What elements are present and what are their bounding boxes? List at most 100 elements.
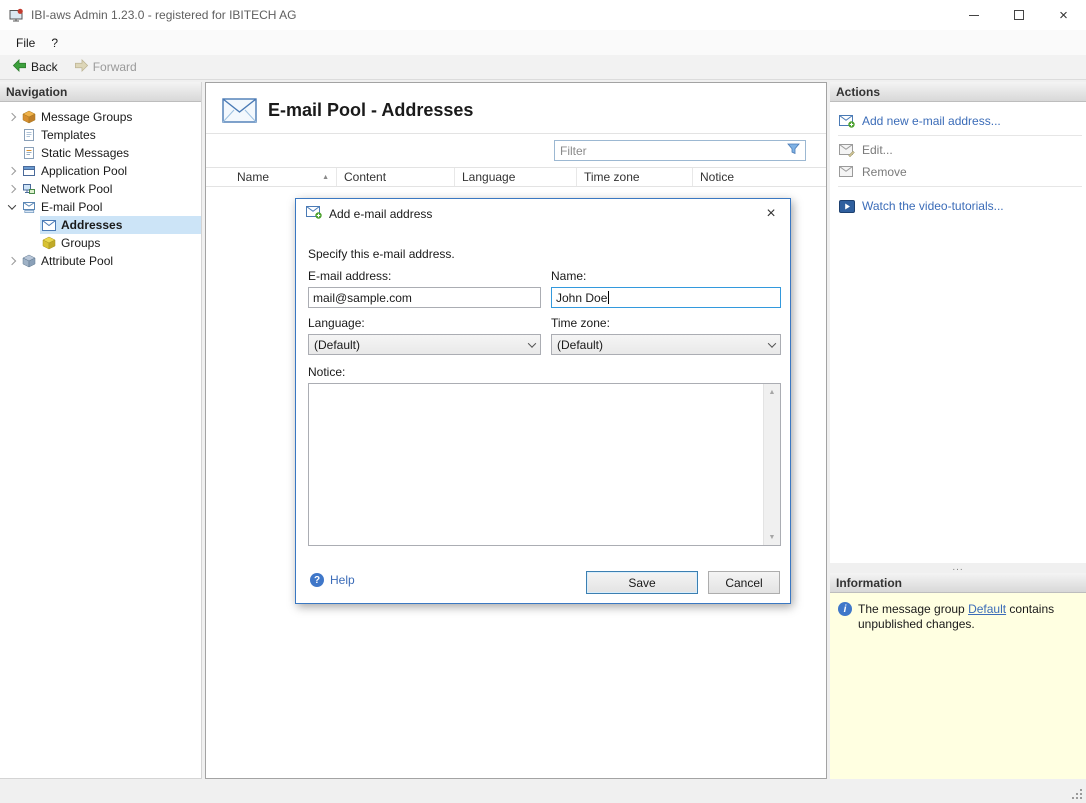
expand-icon[interactable] (4, 166, 20, 176)
sort-ascending-icon: ▲ (322, 173, 329, 181)
chevron-down-icon (767, 338, 777, 348)
collapse-icon[interactable] (4, 201, 20, 210)
navigation-header: Navigation (0, 82, 201, 102)
dialog-title-bar: Add e-mail address (296, 199, 790, 229)
action-add-new-email-address[interactable]: Add new e-mail address... (830, 110, 1086, 132)
notice-textarea[interactable]: ▲ ▼ (308, 383, 781, 546)
page-header: E-mail Pool - Addresses (206, 83, 826, 134)
scroll-down-icon[interactable]: ▼ (764, 529, 781, 545)
dialog-title: Add e-mail address (329, 207, 433, 221)
edit-email-icon (839, 143, 855, 157)
application-pool-icon (22, 164, 36, 178)
close-button[interactable]: × (1041, 0, 1086, 30)
message-groups-icon (22, 110, 36, 124)
information-message: The message group Default contains unpub… (858, 602, 1055, 631)
actions-separator (838, 186, 1082, 187)
notice-text-area[interactable] (309, 384, 763, 545)
email-address-input[interactable]: mail@sample.com (308, 287, 541, 308)
page-title: E-mail Pool - Addresses (268, 99, 474, 120)
remove-email-icon (839, 165, 855, 179)
menu-file[interactable]: File (8, 32, 43, 54)
title-bar: IBI-aws Admin 1.23.0 - registered for IB… (0, 0, 1086, 30)
filter-row: Filter (206, 134, 826, 167)
nav-item-attribute-pool[interactable]: Attribute Pool (0, 252, 201, 270)
menu-help[interactable]: ? (43, 32, 66, 54)
information-panel: The message group Default contains unpub… (830, 593, 1086, 779)
nav-item-application-pool[interactable]: Application Pool (0, 162, 201, 180)
cancel-button[interactable]: Cancel (708, 571, 780, 594)
language-select[interactable]: (Default) (308, 334, 541, 355)
help-icon (310, 573, 324, 587)
action-remove[interactable]: Remove (830, 161, 1086, 183)
dialog-close-button[interactable]: × (760, 203, 782, 225)
expand-icon[interactable] (4, 256, 20, 266)
panel-splitter[interactable]: ... (830, 563, 1086, 573)
expand-icon[interactable] (4, 112, 20, 122)
network-pool-icon (22, 182, 36, 196)
nav-item-network-pool[interactable]: Network Pool (0, 180, 201, 198)
nav-item-email-pool[interactable]: E-mail Pool (0, 198, 201, 216)
table-header: Name ▲ Content Language Time zone Notice (206, 167, 826, 187)
maximize-icon (1013, 10, 1024, 20)
notice-label: Notice: (308, 365, 346, 379)
dialog-envelope-icon (306, 206, 322, 222)
addresses-envelope-icon (42, 218, 56, 232)
nav-item-message-groups[interactable]: Message Groups (0, 108, 201, 126)
filter-input[interactable]: Filter (554, 140, 806, 161)
info-icon (838, 602, 852, 616)
status-bar (0, 785, 1086, 803)
nav-item-groups[interactable]: Groups (0, 234, 201, 252)
window-title: IBI-aws Admin 1.23.0 - registered for IB… (31, 8, 297, 22)
column-header-language[interactable]: Language (455, 168, 577, 186)
video-tutorials-icon (839, 199, 855, 213)
back-arrow-icon (12, 58, 27, 76)
nav-item-addresses[interactable]: Addresses (0, 216, 201, 234)
add-email-address-dialog: Add e-mail address × Specify this e-mail… (295, 198, 791, 604)
email-page-icon (222, 96, 258, 124)
action-edit[interactable]: Edit... (830, 139, 1086, 161)
groups-icon (42, 236, 56, 250)
expand-icon[interactable] (4, 184, 20, 194)
app-window: IBI-aws Admin 1.23.0 - registered for IB… (0, 0, 1086, 803)
column-header-content[interactable]: Content (337, 168, 455, 186)
dialog-description: Specify this e-mail address. (308, 247, 455, 261)
default-message-group-link[interactable]: Default (968, 602, 1006, 616)
timezone-label: Time zone: (551, 316, 610, 330)
back-button[interactable]: Back (6, 56, 64, 78)
help-link[interactable]: Help (310, 573, 355, 587)
nav-item-static-messages[interactable]: Static Messages (0, 144, 201, 162)
scroll-up-icon[interactable]: ▲ (764, 384, 781, 400)
help-label: Help (330, 573, 355, 587)
forward-arrow-icon (74, 58, 89, 76)
forward-label: Forward (92, 60, 137, 74)
nav-item-templates[interactable]: Templates (0, 126, 201, 144)
right-panel: Actions Add new e-mail address... Edit..… (830, 82, 1086, 779)
add-email-icon (839, 114, 855, 128)
filter-placeholder: Filter (560, 143, 587, 158)
app-icon (8, 7, 24, 23)
name-label: Name: (551, 269, 587, 283)
timezone-select[interactable]: (Default) (551, 334, 781, 355)
actions-list: Add new e-mail address... Edit... Remove (830, 102, 1086, 563)
chevron-down-icon (527, 338, 537, 348)
actions-separator (838, 135, 1082, 136)
save-button[interactable]: Save (586, 571, 698, 594)
back-label: Back (31, 60, 58, 74)
column-header-notice[interactable]: Notice (693, 168, 826, 186)
minimize-icon (968, 14, 979, 16)
maximize-button[interactable] (996, 0, 1041, 30)
filter-funnel-icon[interactable] (787, 143, 800, 158)
navigation-tree: Message Groups Templates Static Messages… (0, 102, 201, 778)
actions-header: Actions (830, 82, 1086, 102)
minimize-button[interactable] (951, 0, 996, 30)
column-header-name[interactable]: Name ▲ (206, 168, 337, 186)
action-watch-video-tutorials[interactable]: Watch the video-tutorials... (830, 195, 1086, 217)
notice-scrollbar[interactable]: ▲ ▼ (763, 384, 780, 545)
forward-button[interactable]: Forward (68, 56, 143, 78)
name-input[interactable]: John Doe (551, 287, 781, 308)
column-header-timezone[interactable]: Time zone (577, 168, 693, 186)
email-address-label: E-mail address: (308, 269, 392, 283)
attribute-pool-icon (22, 254, 36, 268)
language-label: Language: (308, 316, 365, 330)
resize-grip-icon[interactable] (1080, 797, 1082, 799)
